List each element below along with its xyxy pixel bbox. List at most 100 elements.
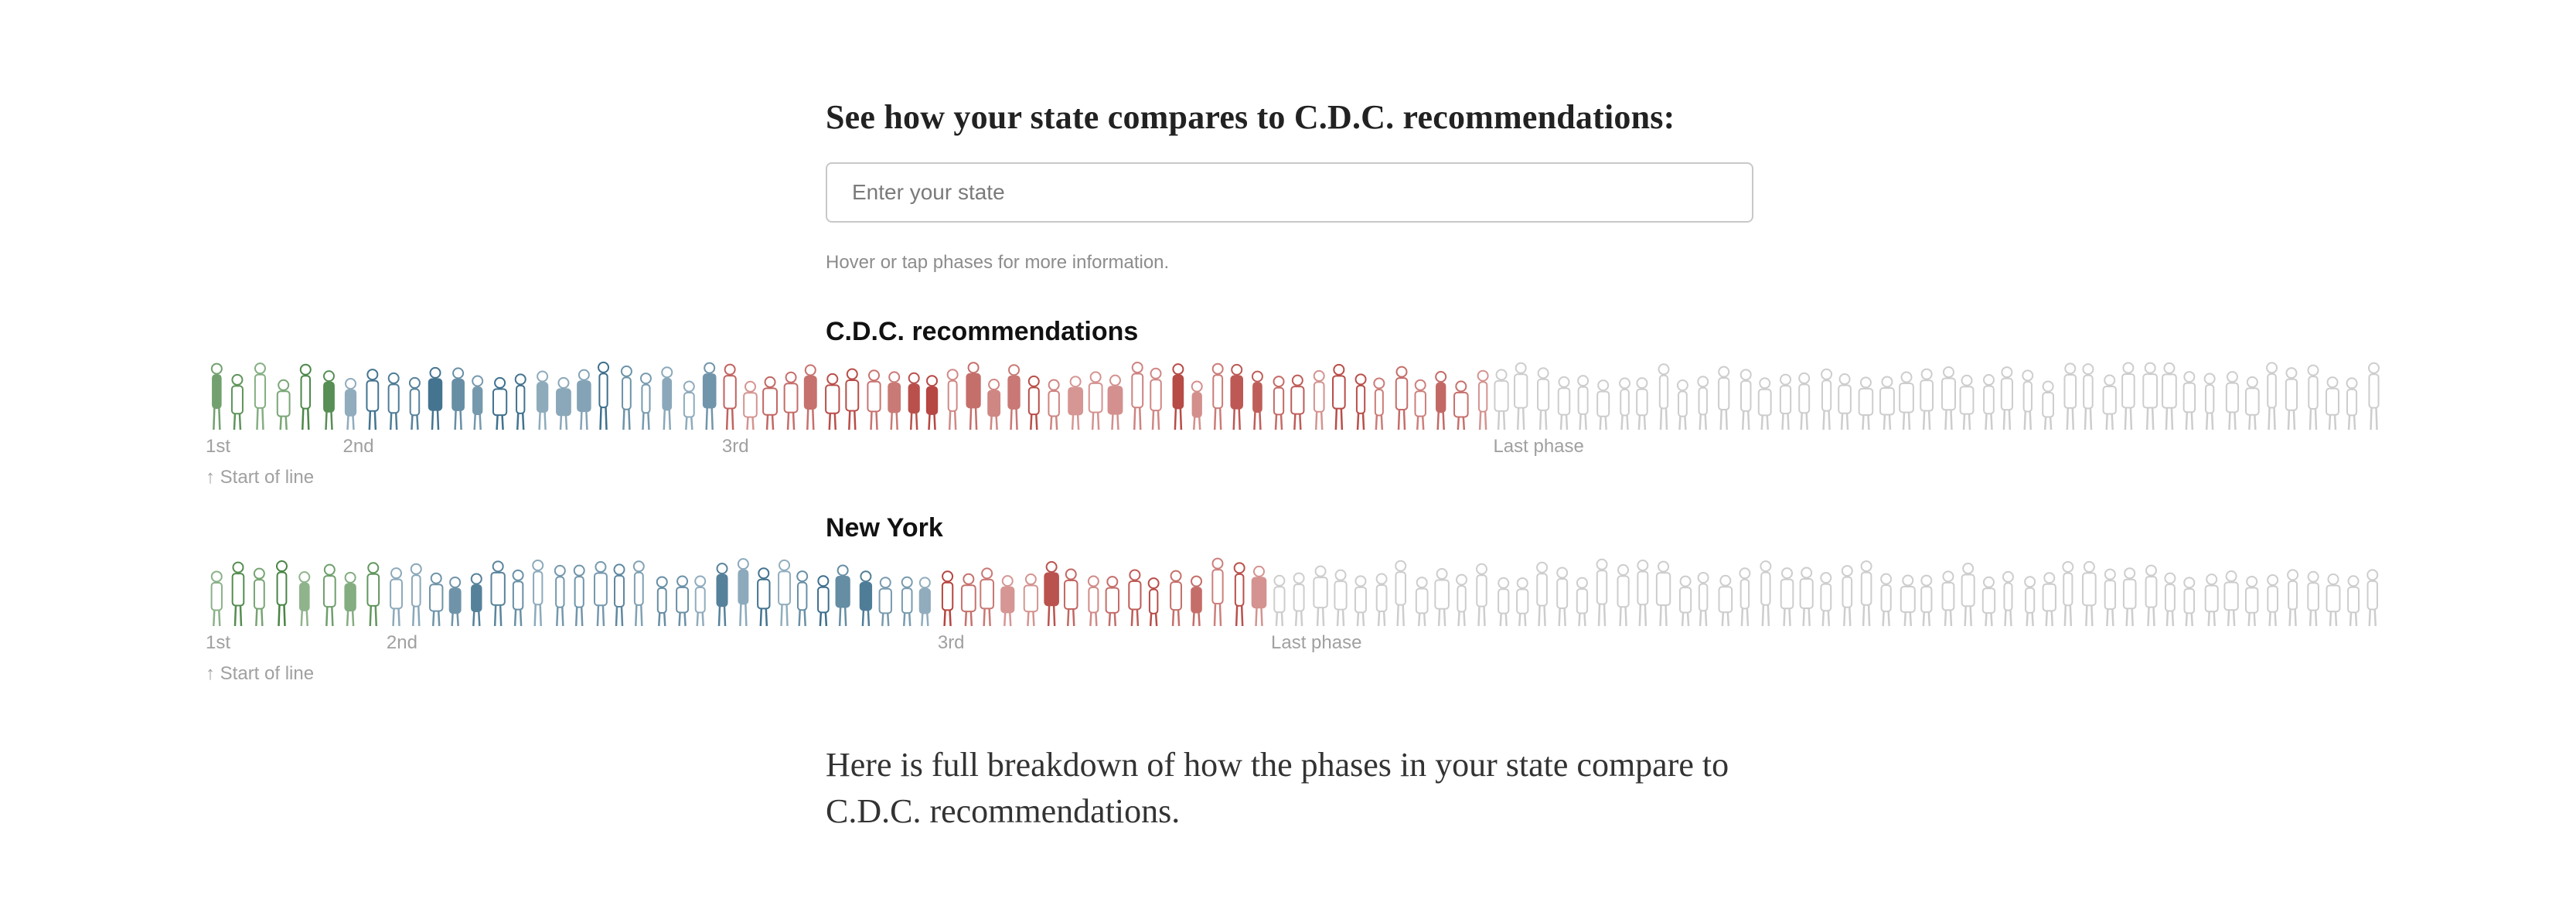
person-figure (470, 573, 482, 627)
person-figure (1354, 575, 1367, 627)
person-figure (322, 370, 335, 430)
person-figure (925, 375, 939, 430)
person-figure (231, 561, 245, 627)
person-figure (410, 563, 422, 627)
person-figure (1920, 574, 1933, 627)
person-figure (1779, 373, 1792, 430)
person-figure (1395, 366, 1409, 430)
person-figure (1841, 565, 1853, 627)
person-figure (1838, 373, 1852, 430)
person-figure (387, 372, 400, 430)
person-figure (1637, 560, 1649, 627)
person-figure (2082, 363, 2094, 430)
person-figure (946, 369, 959, 430)
person-figure (532, 559, 544, 627)
person-figure (451, 367, 465, 430)
person-figure (2225, 371, 2240, 430)
person-figure (2326, 573, 2341, 627)
cdc-people-line[interactable] (204, 348, 2383, 441)
person-figure (1476, 563, 1488, 627)
person-figure (1858, 376, 1874, 430)
person-figure (2102, 374, 2117, 430)
person-figure (1899, 371, 1914, 430)
person-figure (1959, 374, 1975, 430)
person-figure (613, 563, 625, 627)
person-figure (2022, 369, 2034, 430)
person-figure (1537, 367, 1550, 430)
person-figure (1211, 557, 1224, 627)
person-figure (1798, 372, 1811, 430)
person-figure (694, 575, 707, 627)
person-figure (1290, 374, 1305, 430)
phase-group-3[interactable] (723, 362, 1489, 430)
person-figure (918, 577, 931, 627)
phase-group-1[interactable] (210, 560, 380, 627)
person-figure (1211, 362, 1224, 430)
person-figure (966, 362, 981, 430)
person-figure (980, 567, 995, 627)
person-figure (1453, 380, 1469, 430)
person-figure (1068, 376, 1084, 430)
person-figure (2366, 569, 2379, 627)
person-figure (1191, 380, 1203, 430)
person-figure (757, 567, 771, 627)
person-figure (723, 363, 737, 430)
phase-label: 3rd (721, 436, 749, 457)
phase-group-4[interactable] (1273, 558, 2379, 627)
person-figure (2063, 362, 2077, 430)
state-people-line[interactable] (204, 544, 2383, 637)
person-figure (593, 561, 608, 627)
person-figure (1273, 376, 1285, 430)
person-figure (1313, 565, 1328, 627)
person-figure (1577, 375, 1590, 430)
phase-group-4[interactable] (1494, 362, 2380, 430)
state-search-input[interactable] (826, 162, 1753, 223)
phase-group-1[interactable] (210, 362, 335, 430)
phase-label: Last phase (1271, 632, 1362, 653)
person-figure (598, 361, 610, 430)
person-figure (783, 371, 799, 430)
person-figure (1027, 375, 1040, 430)
person-figure (2266, 362, 2278, 430)
person-figure (1230, 363, 1244, 430)
person-figure (1636, 377, 1648, 430)
person-figure (1619, 377, 1631, 430)
phase-group-2[interactable] (390, 558, 931, 627)
person-figure (2082, 560, 2097, 627)
person-figure (492, 376, 508, 430)
person-figure (1821, 368, 1833, 430)
person-figure (1617, 563, 1630, 627)
person-figure (632, 560, 645, 627)
person-figure (1879, 376, 1895, 430)
person-figure (1760, 560, 1772, 627)
person-figure (2000, 366, 2013, 430)
person-figure (987, 379, 1001, 430)
person-figure (878, 577, 892, 627)
person-figure (448, 576, 462, 627)
person-figure (1415, 577, 1429, 627)
person-figure (901, 576, 913, 627)
person-figure (2183, 577, 2196, 627)
person-figure (867, 369, 881, 430)
phase-label: 2nd (342, 436, 374, 457)
person-figure (1105, 576, 1120, 627)
person-figure (845, 368, 860, 430)
person-figure (344, 571, 356, 627)
person-figure (1313, 369, 1325, 430)
page-heading: See how your state compares to C.D.C. re… (826, 98, 1675, 136)
person-figure (1434, 568, 1450, 627)
phase-group-3[interactable] (941, 557, 1267, 627)
phase-group-2[interactable] (344, 361, 717, 430)
person-figure (2142, 362, 2159, 430)
person-figure (1000, 575, 1015, 627)
person-figure (1044, 561, 1059, 627)
person-figure (1576, 577, 1589, 627)
hover-hint: Hover or tap phases for more information… (826, 252, 1170, 273)
person-figure (1147, 577, 1160, 627)
person-figure (2223, 570, 2239, 627)
person-figure (1739, 567, 1751, 627)
person-figure (743, 380, 758, 430)
person-figure (556, 376, 571, 430)
person-figure (2203, 373, 2216, 430)
person-figure (2164, 572, 2176, 627)
